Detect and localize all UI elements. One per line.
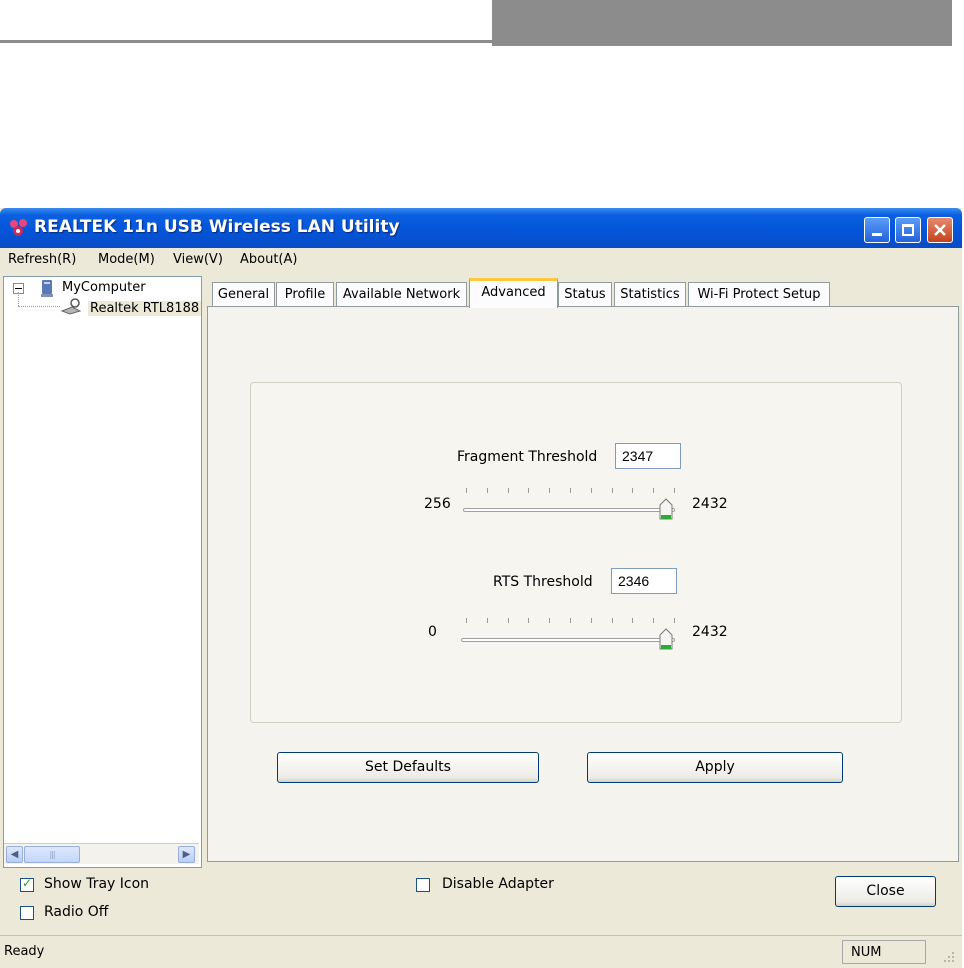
page-header-rule bbox=[0, 40, 492, 43]
set-defaults-button[interactable]: Set Defaults bbox=[277, 752, 539, 783]
maximize-icon bbox=[902, 224, 914, 236]
close-window-button[interactable] bbox=[927, 217, 953, 243]
threshold-group bbox=[250, 382, 902, 723]
tab-general[interactable]: General bbox=[212, 282, 275, 306]
slider-tick bbox=[674, 618, 675, 623]
slider-tick bbox=[549, 618, 550, 623]
rts-max-label: 2432 bbox=[692, 624, 728, 640]
menu-refresh[interactable]: Refresh(R) bbox=[8, 252, 76, 267]
fragment-slider-thumb[interactable] bbox=[659, 498, 673, 520]
title-bar[interactable]: REALTEK 11n USB Wireless LAN Utility bbox=[0, 208, 962, 248]
fragment-slider-track[interactable] bbox=[463, 508, 675, 512]
tree-root-mycomputer[interactable]: MyComputer bbox=[62, 280, 146, 295]
tab-status[interactable]: Status bbox=[558, 282, 612, 306]
menu-about[interactable]: About(A) bbox=[240, 252, 297, 267]
tree-horizontal-scrollbar[interactable]: ◀ ||| ▶ bbox=[4, 843, 199, 864]
slider-tick bbox=[528, 488, 529, 493]
status-bar: Ready NUM bbox=[0, 935, 962, 968]
scroll-left-icon: ◀ bbox=[10, 849, 19, 860]
tab-profile[interactable]: Profile bbox=[276, 282, 334, 306]
minimize-icon bbox=[872, 233, 882, 236]
radio-off-label: Radio Off bbox=[44, 904, 109, 920]
disable-adapter-label: Disable Adapter bbox=[442, 876, 554, 892]
rts-threshold-label: RTS Threshold bbox=[493, 574, 593, 590]
tab-wifi-protect-setup[interactable]: Wi-Fi Protect Setup bbox=[688, 282, 830, 306]
maximize-button[interactable] bbox=[895, 217, 921, 243]
slider-tick bbox=[612, 488, 613, 493]
num-indicator-panel: NUM bbox=[842, 940, 926, 964]
window-title: REALTEK 11n USB Wireless LAN Utility bbox=[34, 217, 400, 237]
slider-tick bbox=[466, 618, 467, 623]
rts-threshold-input[interactable] bbox=[611, 568, 677, 594]
app-icon bbox=[10, 219, 27, 236]
radio-off-checkbox[interactable] bbox=[20, 906, 34, 920]
slider-tick bbox=[508, 618, 509, 623]
resize-grip-icon[interactable] bbox=[940, 948, 956, 964]
show-tray-icon-checkbox[interactable]: ✓ bbox=[20, 876, 34, 892]
page-header-bar bbox=[492, 0, 952, 46]
slider-tick bbox=[632, 618, 633, 623]
slider-tick bbox=[528, 618, 529, 623]
status-text: Ready bbox=[4, 944, 45, 959]
fragment-threshold-label: Fragment Threshold bbox=[457, 449, 598, 465]
slider-tick bbox=[653, 488, 654, 493]
scroll-thumb[interactable]: ||| bbox=[24, 846, 80, 863]
slider-tick bbox=[612, 618, 613, 623]
num-indicator: NUM bbox=[851, 945, 882, 960]
slider-tick bbox=[632, 488, 633, 493]
computer-icon bbox=[41, 280, 53, 297]
rts-min-label: 0 bbox=[428, 624, 437, 640]
slider-tick bbox=[674, 488, 675, 493]
close-icon bbox=[934, 224, 946, 236]
slider-tick bbox=[570, 618, 571, 623]
slider-tick bbox=[570, 488, 571, 493]
tab-advanced[interactable]: Advanced bbox=[469, 278, 558, 308]
scroll-left-button[interactable]: ◀ bbox=[6, 846, 23, 863]
tree-item-adapter[interactable]: Realtek RTL8188 bbox=[88, 301, 202, 316]
scroll-right-button[interactable]: ▶ bbox=[178, 846, 195, 863]
menu-mode[interactable]: Mode(M) bbox=[98, 252, 155, 267]
network-adapter-icon bbox=[60, 298, 82, 315]
device-tree: MyComputer Realtek RTL8188 ◀ ||| ▶ bbox=[3, 276, 202, 868]
check-icon: ✓ bbox=[22, 876, 33, 890]
slider-tick bbox=[591, 488, 592, 493]
fragment-max-label: 2432 bbox=[692, 496, 728, 512]
slider-tick bbox=[487, 618, 488, 623]
rts-slider-thumb[interactable] bbox=[659, 628, 673, 650]
apply-button[interactable]: Apply bbox=[587, 752, 843, 783]
close-button[interactable]: Close bbox=[835, 876, 936, 907]
slider-tick bbox=[508, 488, 509, 493]
slider-tick bbox=[487, 488, 488, 493]
slider-tick bbox=[549, 488, 550, 493]
tab-available-network[interactable]: Available Network bbox=[336, 282, 467, 306]
slider-tick bbox=[653, 618, 654, 623]
menu-bar: Refresh(R) Mode(M) View(V) About(A) bbox=[0, 248, 962, 274]
fragment-min-label: 256 bbox=[424, 496, 451, 512]
rts-slider-track[interactable] bbox=[461, 638, 675, 642]
menu-view[interactable]: View(V) bbox=[173, 252, 223, 267]
show-tray-icon-label: Show Tray Icon bbox=[44, 876, 150, 892]
fragment-threshold-input[interactable] bbox=[615, 443, 681, 469]
minimize-button[interactable] bbox=[864, 217, 890, 243]
tab-statistics[interactable]: Statistics bbox=[614, 282, 686, 306]
disable-adapter-checkbox[interactable] bbox=[416, 878, 430, 892]
slider-tick bbox=[466, 488, 467, 493]
scroll-right-icon: ▶ bbox=[182, 849, 191, 860]
slider-tick bbox=[591, 618, 592, 623]
